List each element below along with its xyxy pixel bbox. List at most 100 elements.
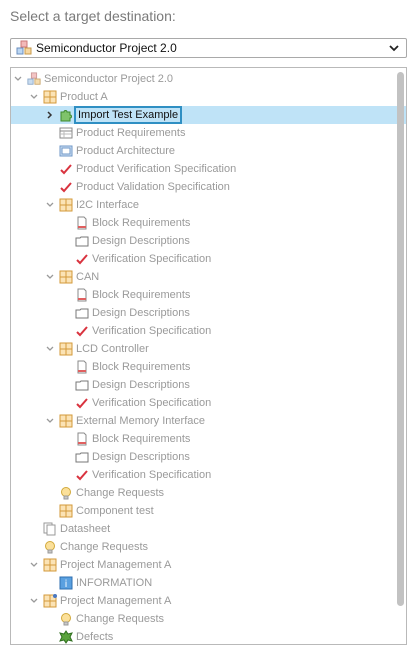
tree-item-label: Design Descriptions <box>92 379 190 391</box>
tree-item-product-a[interactable]: Product A <box>11 88 108 106</box>
chevron-right-icon[interactable] <box>45 110 55 120</box>
target-project-select[interactable]: Semiconductor Project 2.0 <box>10 38 407 58</box>
tree-item-product-validation-specification[interactable]: Product Validation Specification <box>11 178 230 196</box>
chevron-down-icon[interactable] <box>45 200 55 210</box>
tree-item-datasheet[interactable]: Datasheet <box>11 520 110 538</box>
architecture-icon <box>59 144 73 158</box>
grid-icon <box>59 198 73 212</box>
tree-item-label: Block Requirements <box>92 361 191 373</box>
tree-item-label: CAN <box>76 271 100 283</box>
chevron-down-icon[interactable] <box>29 92 39 102</box>
tree-item-block-requirements[interactable]: Block Requirements <box>11 358 190 376</box>
puzzle-icon <box>59 108 73 122</box>
tree-item-verification-specification[interactable]: Verification Specification <box>11 466 211 484</box>
chevron-down-icon[interactable] <box>45 416 55 426</box>
project-icon <box>16 40 32 56</box>
tree-item-block-requirements[interactable]: Block Requirements <box>11 430 190 448</box>
grid-icon <box>59 342 73 356</box>
tree-item-label: Datasheet <box>60 523 111 535</box>
tree-item-label: Change Requests <box>76 613 165 625</box>
tree-item-label: Product A <box>60 91 108 103</box>
tree-item-verification-specification[interactable]: Verification Specification <box>11 322 211 340</box>
tree-item-defects[interactable]: Defects <box>11 628 113 644</box>
chevron-down-icon[interactable] <box>29 596 39 606</box>
tree-item-label: Verification Specification <box>92 397 212 409</box>
tree-item-label: Product Validation Specification <box>76 181 230 193</box>
tree-item-verification-specification[interactable]: Verification Specification <box>11 250 211 268</box>
checkmark-icon <box>75 468 89 482</box>
tree-item-block-requirements[interactable]: Block Requirements <box>11 214 190 232</box>
tree-item-component-test[interactable]: Component test <box>11 502 154 520</box>
tree-item-project-management-a[interactable]: Project Management A <box>11 556 171 574</box>
tree-item-project-management-a[interactable]: Project Management A <box>11 592 171 610</box>
tree-item-i2c-interface[interactable]: I2C Interface <box>11 196 139 214</box>
tree-item-verification-specification[interactable]: Verification Specification <box>11 394 211 412</box>
tree-item-import-test-example[interactable]: Import Test Example <box>11 106 406 124</box>
tree-item-external-memory-interface[interactable]: External Memory Interface <box>11 412 205 430</box>
chevron-down-icon[interactable] <box>29 560 39 570</box>
tree-item-design-descriptions[interactable]: Design Descriptions <box>11 448 190 466</box>
folder-icon <box>75 450 89 464</box>
tree-item-block-requirements[interactable]: Block Requirements <box>11 286 190 304</box>
grid-icon <box>59 504 73 518</box>
tree-item-label: Block Requirements <box>92 289 191 301</box>
tree-item-design-descriptions[interactable]: Design Descriptions <box>11 304 190 322</box>
table-icon <box>59 126 73 140</box>
lightbulb-icon <box>59 486 73 500</box>
tree-item-product-verification-specification[interactable]: Product Verification Specification <box>11 160 236 178</box>
tree-item-label: Block Requirements <box>92 217 191 229</box>
bug-icon <box>59 630 73 644</box>
destination-tree[interactable]: Semiconductor Project 2.0 Product A Import… <box>10 67 407 645</box>
vertical-scrollbar[interactable] <box>397 72 404 606</box>
checkmark-icon <box>75 396 89 410</box>
folder-icon <box>75 378 89 392</box>
tree-item-information[interactable]: i INFORMATION <box>11 574 152 592</box>
tree-item-lcd-controller[interactable]: LCD Controller <box>11 340 149 358</box>
tree-item-label: Import Test Example <box>74 106 183 124</box>
tree-item-label: Product Requirements <box>76 127 186 139</box>
dialog-prompt: Select a target destination: <box>10 8 176 24</box>
folder-icon <box>75 306 89 320</box>
tree-item-can[interactable]: CAN <box>11 268 99 286</box>
tree-item-label: Product Architecture <box>76 145 176 157</box>
chevron-down-icon[interactable] <box>13 74 23 84</box>
tree-item-change-requests[interactable]: Change Requests <box>11 610 164 628</box>
tree-item-design-descriptions[interactable]: Design Descriptions <box>11 376 190 394</box>
grid-icon <box>43 90 57 104</box>
tree-item-product-requirements[interactable]: Product Requirements <box>11 124 185 142</box>
tree-item-label: LCD Controller <box>76 343 149 355</box>
grid-icon <box>59 414 73 428</box>
grid-icon <box>43 558 57 572</box>
tree-item-design-descriptions[interactable]: Design Descriptions <box>11 232 190 250</box>
tree-item-semiconductor-project-2-0[interactable]: Semiconductor Project 2.0 <box>11 70 173 88</box>
checkmark-icon <box>59 180 73 194</box>
document-icon <box>75 360 89 374</box>
project-icon <box>27 72 41 86</box>
tree-item-label: Verification Specification <box>92 325 212 337</box>
tree-item-label: I2C Interface <box>76 199 139 211</box>
chevron-down-icon[interactable] <box>387 40 401 56</box>
chevron-down-icon[interactable] <box>45 344 55 354</box>
tree-item-label: Verification Specification <box>92 253 212 265</box>
tree-item-label: Component test <box>76 505 154 517</box>
tree-item-change-requests[interactable]: Change Requests <box>11 484 164 502</box>
tree-item-change-requests[interactable]: Change Requests <box>11 538 148 556</box>
tree-item-label: Block Requirements <box>92 433 191 445</box>
tree-item-product-architecture[interactable]: Product Architecture <box>11 142 175 160</box>
folder-icon <box>75 234 89 248</box>
chevron-down-icon[interactable] <box>45 272 55 282</box>
